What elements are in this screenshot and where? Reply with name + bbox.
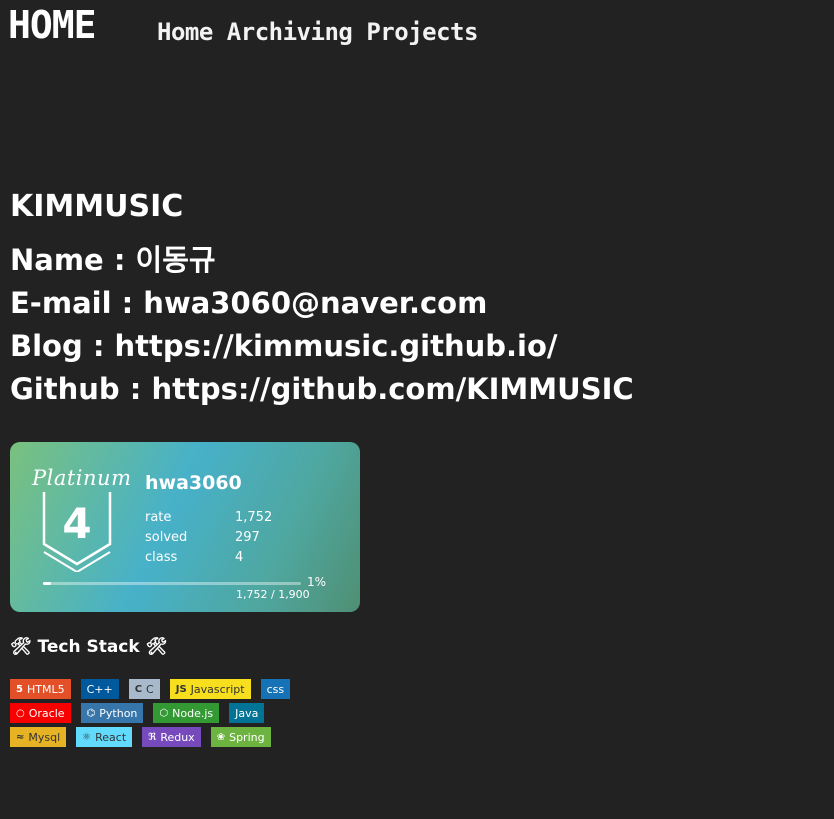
user-handle: hwa3060 [145, 472, 242, 494]
tech-badge-label: Java [235, 706, 259, 720]
tech-badge-html5: 5 HTML5 [10, 679, 71, 699]
c-icon: C [134, 683, 143, 695]
stat-key: solved [145, 530, 188, 545]
redux-icon: ℜ [148, 731, 157, 743]
info-name: Name : 이동규 [10, 243, 216, 277]
tech-badge-spring: ❀ Spring [210, 727, 271, 747]
nodejs-icon: ⬡ [159, 707, 169, 719]
tech-badge-c-: C++ [80, 679, 119, 699]
html5-icon: 5 [16, 683, 23, 695]
tech-badge-label: Redux [160, 730, 195, 744]
info-email: E-mail : hwa3060@naver.com [10, 286, 488, 320]
home-logo[interactable]: HOME [8, 4, 97, 46]
stat-value: 1,752 [235, 510, 273, 525]
tech-badge-javascript: JS Javascript [169, 679, 251, 699]
tech-badge-c: CC [128, 679, 160, 699]
tech-badge-label: HTML5 [26, 682, 65, 696]
tech-stack-badges: 5 HTML5 C++ C C JS Javascript css ○ Oracle ⌬ Python… [10, 679, 300, 751]
stack-row: 5 HTML5 C++ C C JS Javascript css [10, 679, 300, 699]
stack-row: ○ Oracle ⌬ Python ⬡ Node.js Java [10, 703, 300, 723]
stat-key: class [145, 550, 178, 565]
tech-badge-label: Python [99, 706, 138, 720]
mysql-icon: ≈ [16, 731, 25, 743]
stat-row: solved 297 [145, 528, 272, 548]
js-icon: JS [175, 683, 187, 695]
tech-badge-python: ⌬ Python [80, 703, 144, 723]
tech-badge-mysql: ≈ Mysql [10, 727, 67, 747]
tech-badge-label: Mysql [28, 730, 61, 744]
nav-link-archiving[interactable]: Archiving [227, 15, 353, 49]
stat-value: 4 [235, 550, 244, 565]
tech-badge-label: Spring [229, 730, 265, 744]
tech-badge-label: css [266, 682, 285, 696]
stats-table: rate 1,752 solved 297 class 4 [145, 508, 272, 568]
tech-badge-oracle: ○ Oracle [10, 703, 71, 723]
tech-badge-java: Java [229, 703, 265, 723]
python-icon: ⌬ [86, 707, 96, 719]
stack-row: ≈ Mysql ⚛ React ℜ Redux ❀ Spring [10, 727, 300, 747]
spring-icon: ❀ [216, 731, 226, 743]
tech-badge-label: Javascript [190, 682, 245, 696]
nav-link-projects[interactable]: Projects [366, 15, 478, 49]
main-content: KIMMUSIC Name : 이동규 E-mail : hwa3060@nav… [10, 185, 830, 411]
stat-value: 297 [235, 530, 260, 545]
tech-badge-css: css [260, 679, 291, 699]
tech-badge-label: Node.js [172, 706, 214, 720]
progress-text: 1,752 / 1,900 [236, 588, 310, 601]
stat-key: rate [145, 510, 172, 525]
progress-percent: 1% [307, 575, 327, 589]
page-title: KIMMUSIC [10, 189, 184, 224]
profile-info: Name : 이동규 E-mail : hwa3060@naver.com Bl… [10, 239, 830, 411]
top-nav: HOME Home Archiving Projects [0, 0, 834, 60]
tech-badge-label: React [95, 730, 127, 744]
tech-badge-label: Oracle [28, 706, 65, 720]
nav-links: Home Archiving Projects [157, 15, 492, 49]
tech-badge-redux: ℜ Redux [142, 727, 201, 747]
progress-bar [43, 582, 301, 585]
tech-badge-label: C [146, 682, 154, 696]
stat-row: rate 1,752 [145, 508, 272, 528]
solvedac-badge[interactable]: Platinum 4 hwa3060 rate 1,752 solved 297… [10, 442, 360, 612]
info-blog[interactable]: Blog : https://kimmusic.github.io/ [10, 325, 830, 368]
react-icon: ⚛ [82, 731, 92, 743]
progress-fill [43, 582, 51, 585]
nav-link-home[interactable]: Home [157, 15, 213, 49]
tech-badge-node-js: ⬡ Node.js [153, 703, 220, 723]
tier-level: 4 [62, 499, 92, 548]
info-github[interactable]: Github : https://github.com/KIMMUSIC [10, 368, 830, 411]
tier-label: Platinum [32, 466, 132, 490]
tech-stack-title: 🛠 Tech Stack 🛠 [10, 637, 168, 657]
oracle-icon: ○ [16, 707, 25, 719]
stat-row: class 4 [145, 548, 272, 568]
tech-badge-react: ⚛ React [76, 727, 133, 747]
tech-badge-label: C++ [86, 682, 113, 696]
